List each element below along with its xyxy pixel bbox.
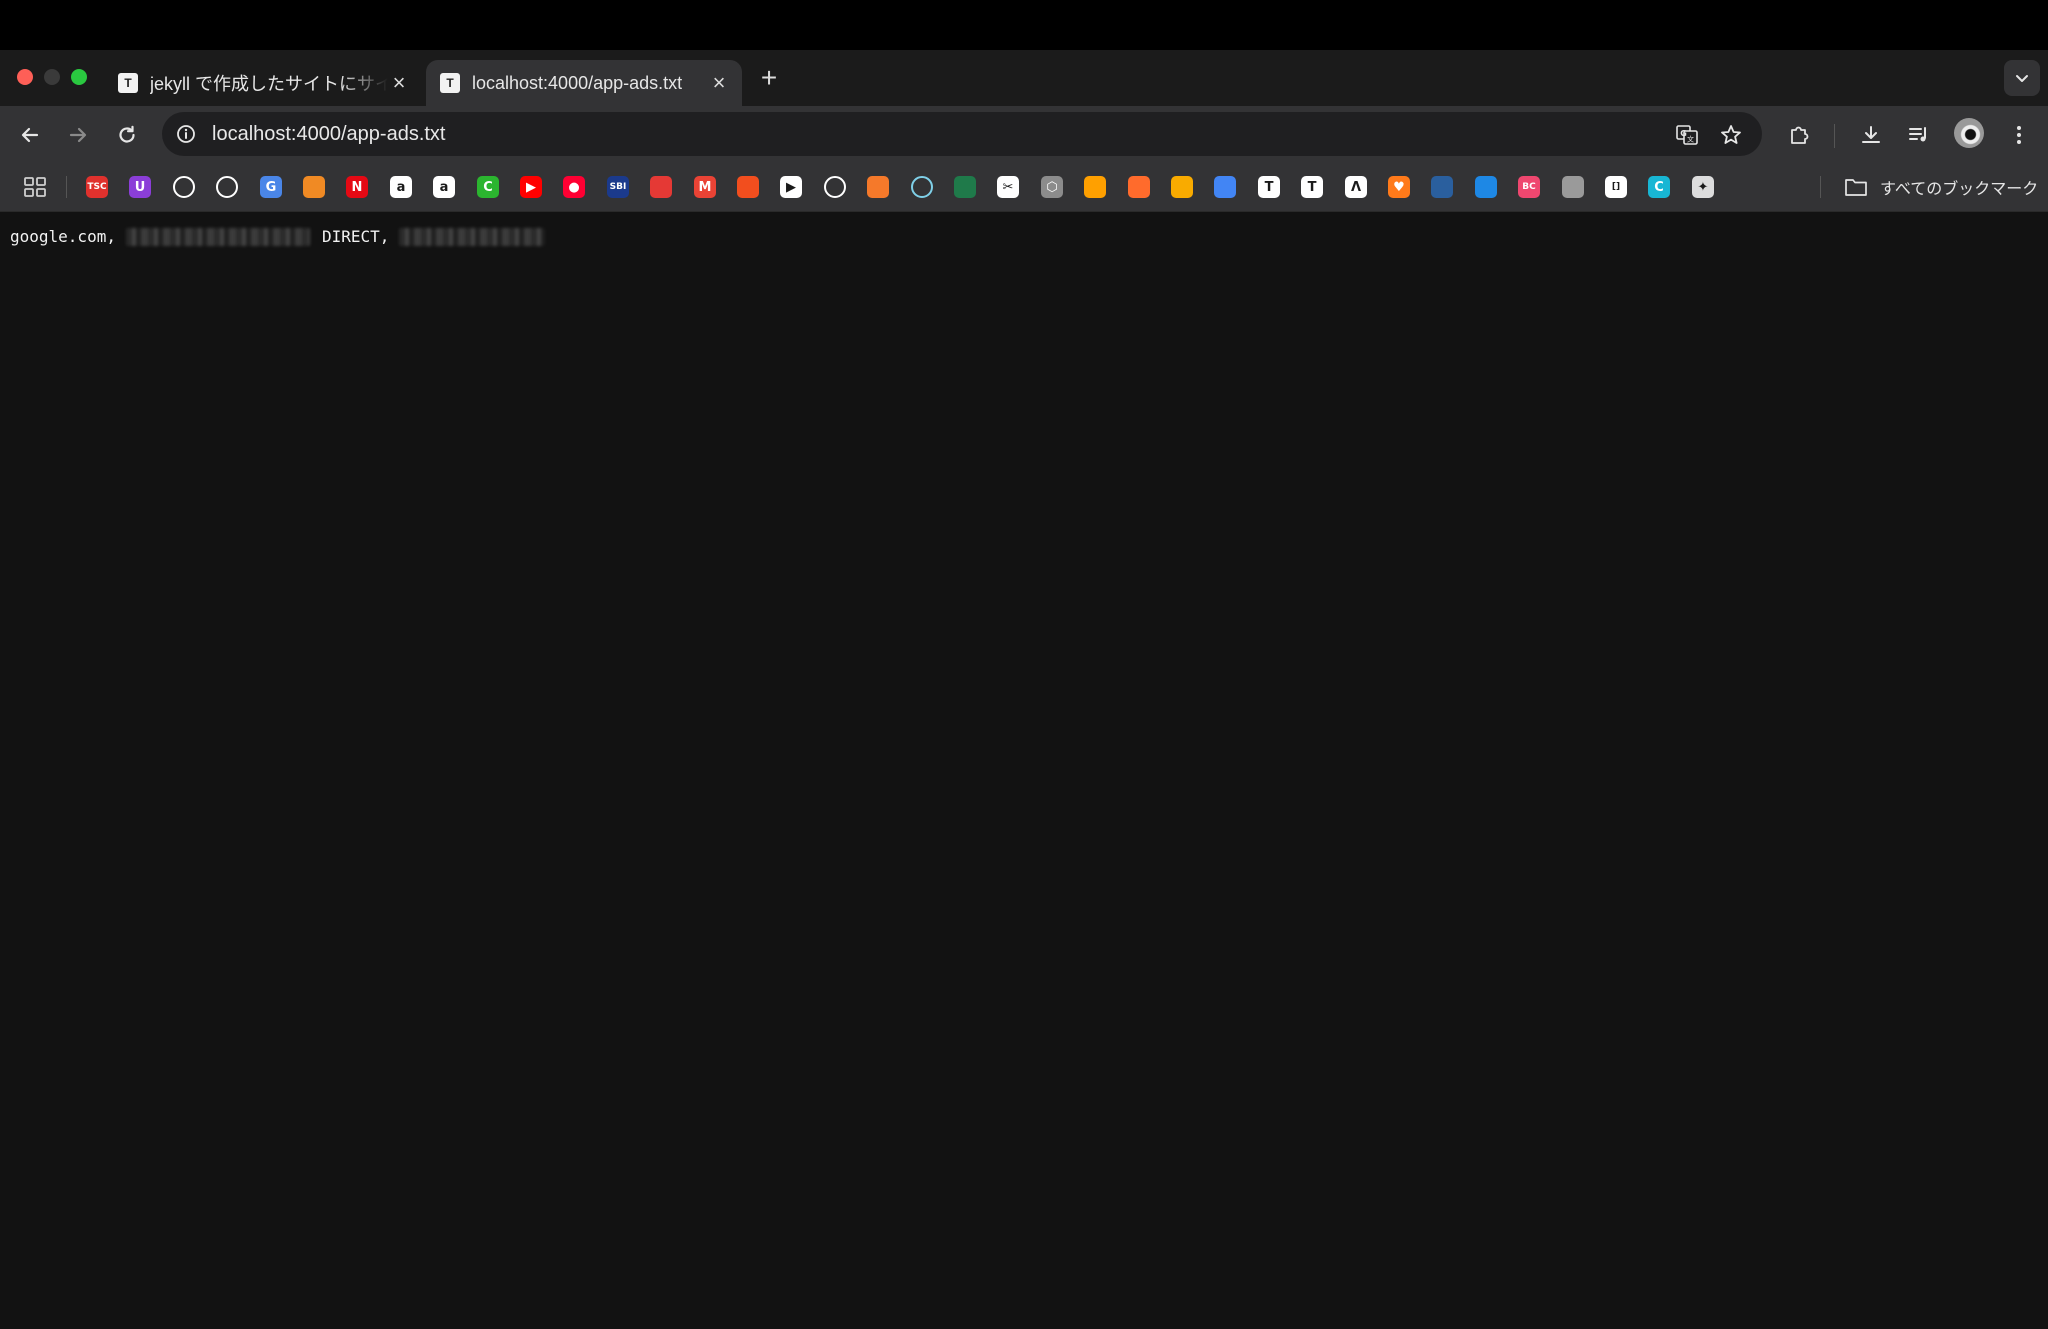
bookmarks-bar: TSC U G Na a C ▶ ● SBI M ▶ ✂ ⬡ T T Λ ♥ BC[] C ✦ すべてのブックマーク bbox=[0, 162, 2048, 212]
toolbar: localhost:4000/app-ads.txt G 文 bbox=[0, 106, 2048, 162]
svg-text:文: 文 bbox=[1687, 135, 1694, 144]
chevron-down-icon bbox=[2016, 75, 2028, 82]
window-close-button[interactable] bbox=[17, 69, 33, 85]
youtube-music-icon[interactable]: ● bbox=[563, 176, 585, 198]
analytics-icon[interactable] bbox=[1171, 176, 1193, 198]
arrow-left-icon bbox=[21, 127, 39, 143]
pink-bc-icon[interactable]: BC bbox=[1518, 176, 1540, 198]
window-minimize-button[interactable] bbox=[44, 69, 60, 85]
t-white-icon[interactable]: T bbox=[1258, 176, 1280, 198]
app-ads-line: google.com, DIRECT, bbox=[10, 227, 546, 246]
redacted-publisher-id bbox=[125, 227, 310, 246]
bracket-icon[interactable]: [] bbox=[1605, 176, 1627, 198]
orange-heart-icon[interactable]: ♥ bbox=[1388, 176, 1410, 198]
downloads-button[interactable] bbox=[1856, 120, 1886, 150]
tab-title: jekyll で作成したサイトにサイド bbox=[150, 74, 388, 94]
download-icon bbox=[1862, 126, 1880, 143]
amazon-icon[interactable]: a bbox=[390, 176, 412, 198]
gray-hex-icon[interactable]: ⬡ bbox=[1041, 176, 1063, 198]
reload-button[interactable] bbox=[112, 120, 142, 150]
tab-jekyll[interactable]: T jekyll で作成したサイトにサイド × bbox=[104, 60, 422, 106]
gmail-icon[interactable]: M bbox=[694, 176, 716, 198]
amazon-alt-icon[interactable]: a bbox=[433, 176, 455, 198]
address-bar[interactable]: localhost:4000/app-ads.txt G 文 bbox=[162, 112, 1762, 156]
blender-icon[interactable] bbox=[867, 176, 889, 198]
blue-swirl-icon[interactable] bbox=[1475, 176, 1497, 198]
orange-ring-icon[interactable] bbox=[1128, 176, 1150, 198]
green-circle-icon[interactable]: C bbox=[477, 176, 499, 198]
netflix-icon[interactable]: N bbox=[346, 176, 368, 198]
page-content: google.com, DIRECT, bbox=[0, 213, 2048, 1329]
youtube-icon[interactable]: ▶ bbox=[520, 176, 542, 198]
tab-close-icon[interactable]: × bbox=[388, 72, 410, 94]
red-blue-logo-icon[interactable] bbox=[650, 176, 672, 198]
openai-icon[interactable] bbox=[216, 176, 238, 198]
blue-square-icon[interactable] bbox=[1431, 176, 1453, 198]
github-icon[interactable] bbox=[173, 176, 195, 198]
figma-icon[interactable] bbox=[737, 176, 759, 198]
google-ads-icon[interactable] bbox=[1214, 176, 1236, 198]
bookmarks-divider bbox=[1820, 176, 1821, 198]
text-relationship: DIRECT, bbox=[321, 227, 390, 246]
all-bookmarks-folder[interactable]: すべてのブックマーク bbox=[1844, 174, 2038, 200]
calendar-app-icon[interactable] bbox=[911, 176, 933, 198]
tab-title: localhost:4000/app-ads.txt bbox=[472, 72, 683, 93]
translate-icon[interactable]: G 文 bbox=[1674, 122, 1700, 148]
bookmark-purple-u-icon[interactable]: U bbox=[129, 176, 151, 198]
site-info-icon[interactable] bbox=[174, 122, 198, 146]
toolbar-divider bbox=[1834, 124, 1835, 148]
tab-search-button[interactable] bbox=[2004, 60, 2040, 96]
bookmark-red-logo-icon[interactable]: TSC bbox=[86, 176, 108, 198]
sbi-icon[interactable]: SBI bbox=[607, 176, 629, 198]
google-translate-icon[interactable]: G bbox=[260, 176, 282, 198]
all-bookmarks-label: すべてのブックマーク bbox=[1880, 181, 2039, 198]
firebase-icon[interactable] bbox=[1084, 176, 1106, 198]
tab-favicon-icon: T bbox=[440, 73, 460, 93]
folder-icon bbox=[1845, 179, 1867, 196]
t-white-alt-icon[interactable]: T bbox=[1301, 176, 1323, 198]
apple-icon[interactable] bbox=[1562, 176, 1584, 198]
play-circle-icon[interactable]: ▶ bbox=[780, 176, 802, 198]
extensions-button[interactable] bbox=[1784, 120, 1814, 150]
bookmarks-divider bbox=[66, 176, 67, 198]
media-queue-icon bbox=[1909, 127, 1926, 142]
media-controls-button[interactable] bbox=[1904, 120, 1934, 150]
back-button[interactable] bbox=[15, 120, 45, 150]
menu-button[interactable] bbox=[2004, 120, 2034, 150]
green-pulse-icon[interactable] bbox=[954, 176, 976, 198]
wing-icon[interactable] bbox=[824, 176, 846, 198]
browser-window: T jekyll で作成したサイトにサイド × T localhost:4000… bbox=[0, 50, 2048, 1329]
new-tab-button[interactable]: + bbox=[756, 64, 782, 92]
arrow-right-icon bbox=[69, 127, 87, 143]
window-maximize-button[interactable] bbox=[71, 69, 87, 85]
spark-icon[interactable]: ✦ bbox=[1692, 176, 1714, 198]
tab-close-icon[interactable]: × bbox=[708, 72, 730, 94]
profile-avatar[interactable] bbox=[1954, 118, 1984, 148]
tab-favicon-icon: T bbox=[118, 73, 138, 93]
address-url[interactable]: localhost:4000/app-ads.txt bbox=[212, 122, 446, 146]
bookmark-star-icon[interactable] bbox=[1718, 122, 1744, 148]
forward-button[interactable] bbox=[63, 120, 93, 150]
apps-grid-icon[interactable] bbox=[22, 175, 48, 199]
tab-strip: T jekyll で作成したサイトにサイド × T localhost:4000… bbox=[0, 50, 2048, 106]
redacted-cert-authority-id bbox=[399, 227, 546, 246]
text-domain: google.com, bbox=[10, 227, 116, 246]
svg-text:G: G bbox=[1680, 129, 1687, 138]
canva-icon[interactable]: C bbox=[1648, 176, 1670, 198]
reload-icon bbox=[119, 125, 135, 143]
chevron-logo-icon[interactable]: Λ bbox=[1345, 176, 1367, 198]
tab-app-ads[interactable]: T localhost:4000/app-ads.txt × bbox=[426, 60, 742, 106]
puzzle-icon bbox=[1791, 126, 1809, 144]
more-vertical-icon bbox=[2017, 126, 2021, 144]
orange-box-icon[interactable] bbox=[303, 176, 325, 198]
scissors-icon[interactable]: ✂ bbox=[997, 176, 1019, 198]
